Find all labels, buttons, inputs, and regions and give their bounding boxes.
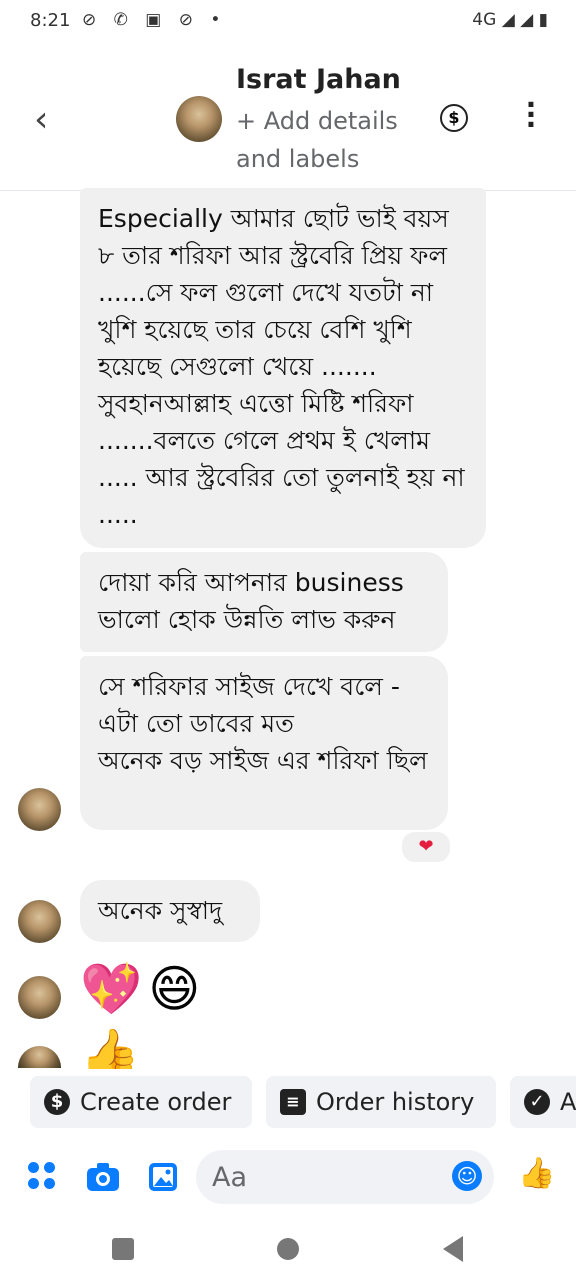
signal-battery-icons: 4G ◢ ◢ ▮ <box>472 10 548 30</box>
contact-name[interactable]: Israt Jahan <box>236 64 401 95</box>
gallery-icon[interactable] <box>148 1162 178 1192</box>
quick-actions-bar: $ Create order ≡ Order history ✓ A <box>0 1076 576 1128</box>
order-history-label: Order history <box>316 1088 475 1116</box>
payment-dollar-icon[interactable]: $ <box>440 104 468 132</box>
status-time: 8:21 <box>30 10 71 31</box>
message-placeholder: Aa <box>212 1162 248 1193</box>
dollar-icon: $ <box>44 1089 70 1115</box>
create-order-button[interactable]: $ Create order <box>30 1076 252 1128</box>
camera-icon[interactable] <box>86 1162 120 1192</box>
thumbs-up-send-icon[interactable]: 👍 <box>518 1156 555 1191</box>
grinning-face-emoji: 😄 <box>148 960 201 1018</box>
emoji-message[interactable]: 💖 😄 <box>80 960 206 1019</box>
sender-avatar <box>18 900 61 943</box>
emoji-picker-icon[interactable]: ☺ <box>452 1161 482 1191</box>
status-bar: 8:21 ⊘ ✆ ▣ ⊘ • 4G ◢ ◢ ▮ <box>0 0 576 44</box>
add-details-link[interactable]: + Add details and labels <box>236 102 416 178</box>
receipt-icon: ≡ <box>280 1089 306 1115</box>
message-composer: Aa ☺ 👍 <box>0 1148 576 1208</box>
order-history-button[interactable]: ≡ Order history <box>266 1076 496 1128</box>
sender-avatar <box>18 788 61 831</box>
check-circle-icon: ✓ <box>524 1089 550 1115</box>
system-nav-bar <box>0 1216 576 1280</box>
back-arrow-icon[interactable]: ‹ <box>34 99 48 140</box>
back-button-icon[interactable] <box>443 1236 463 1262</box>
recents-button-icon[interactable] <box>112 1238 134 1260</box>
third-action-button[interactable]: ✓ A <box>510 1076 576 1128</box>
message-bubble[interactable]: দোয়া করি আপনার business ভালো হোক উন্নতি… <box>80 552 448 652</box>
contact-avatar[interactable] <box>176 96 222 142</box>
create-order-label: Create order <box>80 1088 232 1116</box>
sender-avatar <box>18 976 61 1019</box>
message-input[interactable]: Aa ☺ <box>196 1150 494 1204</box>
message-bubble[interactable]: Especially আমার ছোট ভাই বয়স ৮ তার শরিফা… <box>80 188 486 548</box>
message-bubble[interactable]: অনেক সুস্বাদু <box>80 880 260 942</box>
apps-grid-icon[interactable] <box>28 1162 56 1190</box>
sparkling-heart-emoji: 💖 <box>80 960 143 1018</box>
third-action-label: A <box>560 1088 576 1116</box>
thumbs-up-icon[interactable]: 👍 <box>80 1025 140 1069</box>
more-options-icon[interactable]: · · · <box>524 91 538 139</box>
chat-header: ‹ Israt Jahan + Add details and labels $… <box>0 44 576 191</box>
sender-avatar <box>18 1046 61 1068</box>
home-button-icon[interactable] <box>277 1238 299 1260</box>
message-bubble[interactable]: সে শরিফার সাইজ দেখে বলে - এটা তো ডাবের ম… <box>80 656 448 830</box>
notification-icons: ⊘ ✆ ▣ ⊘ • <box>82 10 227 30</box>
heart-reaction-icon[interactable]: ❤ <box>400 830 452 864</box>
